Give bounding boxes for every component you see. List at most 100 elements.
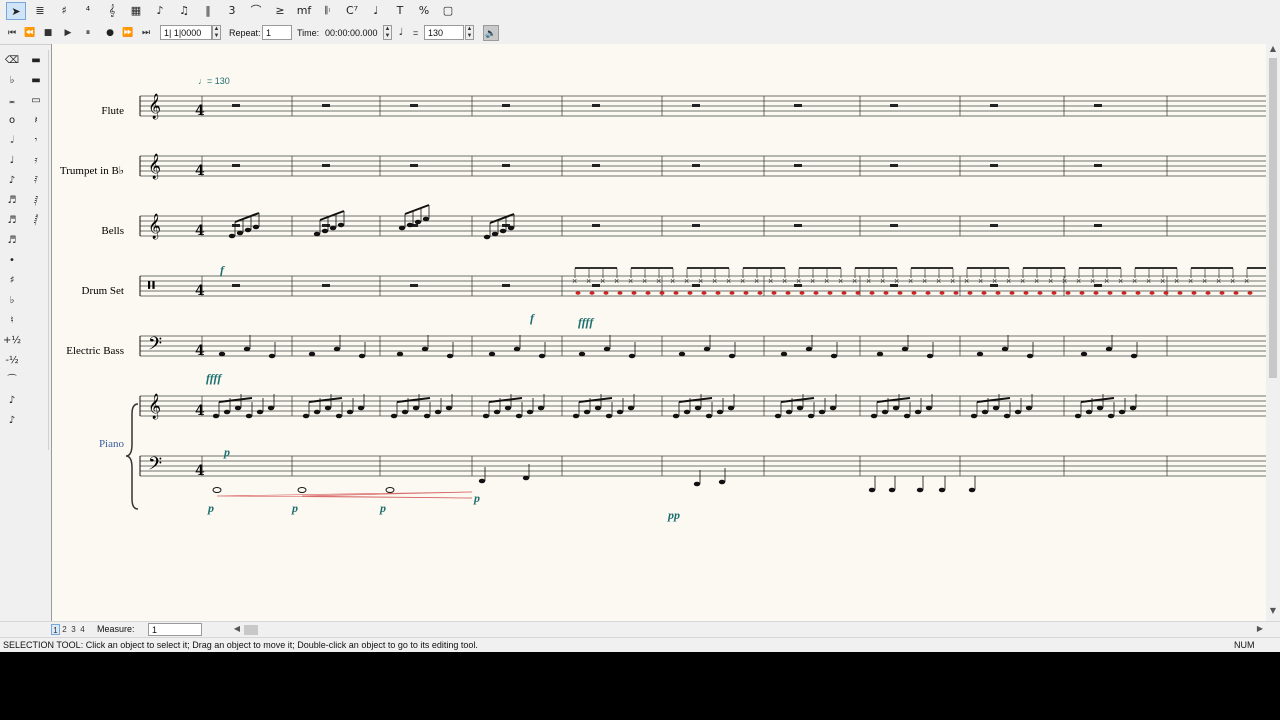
repeat-select[interactable]: 1	[262, 25, 292, 40]
note-head	[718, 479, 726, 485]
page-3-button[interactable]: 3	[69, 624, 78, 635]
scroll-left-icon[interactable]: ◀	[230, 624, 244, 633]
eraser-icon[interactable]: ⌫	[3, 52, 21, 70]
play-icon[interactable]: ▶	[60, 25, 76, 41]
note-head	[243, 346, 251, 352]
hihat-note: ×	[1062, 276, 1067, 286]
clef-tool-icon[interactable]: 𝄞	[102, 2, 122, 20]
vertical-scrollbar[interactable]: ▲ ▼	[1266, 44, 1280, 621]
tool-palettes: ⌫ ♭ 𝅜 o 𝅗𝅥 ♩ ♪ ♬ ♬ ♬ • ♯ ♭ ♮ +½ -½ ⁀ ♪ ♪ ▬ ▬ ▭ 𝄽 𝄾 𝄿 𝅀 𝅁 𝅂	[0, 50, 49, 450]
tuplet-tool-icon[interactable]: 3	[222, 2, 242, 20]
tempo-field[interactable]: 130	[424, 25, 464, 40]
score-document[interactable]: 𝄞 4 𝄞 4 𝄞 4 𝄥 4 𝄢 4 𝄞 4 𝄢 4 Flute Trumpet in B♭ Bells Dru…	[51, 44, 1267, 621]
double-flat-icon[interactable]: ♭	[3, 72, 21, 90]
double-rest-icon[interactable]: ▬	[27, 52, 45, 70]
sharp-icon[interactable]: ♯	[3, 272, 21, 290]
page-layout-tool-icon[interactable]: ▢	[438, 2, 458, 20]
hihat-note: ×	[656, 276, 661, 286]
plus-half-icon[interactable]: +½	[3, 332, 21, 350]
snare-note	[1079, 291, 1085, 295]
tie-icon[interactable]: ⁀	[3, 372, 21, 390]
page-4-button[interactable]: 4	[78, 624, 87, 635]
sixtyfourth-rest-icon[interactable]: 𝅁	[27, 192, 45, 210]
tempo-marking: ♩= 130	[198, 76, 230, 86]
note-head	[583, 409, 591, 415]
sixtyfourth-note-icon[interactable]: ♬	[3, 232, 21, 250]
resize-tool-icon[interactable]: %	[414, 2, 434, 20]
scroll-up-icon[interactable]: ▲	[1266, 44, 1280, 53]
horizontal-scroll-thumb[interactable]	[244, 625, 258, 635]
eighth-note-icon[interactable]: ♪	[3, 172, 21, 190]
note-head	[478, 478, 486, 484]
natural-icon[interactable]: ♮	[3, 312, 21, 330]
tempo-spinner[interactable]: ▲ ▼	[465, 25, 474, 40]
time-spinner[interactable]: ▲ ▼	[383, 25, 392, 40]
snare-note	[1107, 291, 1113, 295]
clef-symbol: 𝄞	[148, 153, 161, 179]
page-1-button[interactable]: 1	[51, 624, 60, 635]
hihat-note: ×	[572, 276, 577, 286]
time-signature-tool-icon[interactable]: ⁴	[78, 2, 98, 20]
measure-field[interactable]: 1	[148, 623, 202, 636]
snare-note	[1135, 291, 1141, 295]
measure-tool-icon[interactable]: ▦	[126, 2, 146, 20]
onetwentyeighth-rest-icon[interactable]: 𝅂	[27, 212, 45, 230]
flat-icon[interactable]: ♭	[3, 292, 21, 310]
half-rest-icon[interactable]: ▭	[27, 92, 45, 110]
note-head	[916, 487, 924, 493]
vertical-scroll-thumb[interactable]	[1269, 58, 1277, 378]
sixteenth-rest-icon[interactable]: 𝄿	[27, 152, 45, 170]
speaker-icon[interactable]: 🔈	[483, 25, 499, 41]
stop-icon[interactable]: ■	[40, 25, 56, 41]
page-2-button[interactable]: 2	[60, 624, 69, 635]
pause-icon[interactable]: ⏸	[80, 25, 96, 41]
counter-field[interactable]: 1| 1|0000	[160, 25, 212, 40]
text-tool-icon[interactable]: T	[390, 2, 410, 20]
half-note-icon[interactable]: 𝅗𝅥	[3, 132, 21, 150]
quarter-note-icon[interactable]: ♩	[3, 152, 21, 170]
selection-tool-icon[interactable]: ➤	[6, 2, 26, 20]
snare-note	[939, 291, 945, 295]
articulation-tool-icon[interactable]: ≥	[270, 2, 290, 20]
scroll-right-icon[interactable]: ▶	[1253, 624, 1267, 633]
snare-note	[687, 291, 693, 295]
sixteenth-note-icon[interactable]: ♬	[3, 192, 21, 210]
thirtysecond-rest-icon[interactable]: 𝅀	[27, 172, 45, 190]
rewind-to-start-icon[interactable]: ⏮	[4, 25, 20, 41]
whole-rest-icon[interactable]: ▬	[27, 72, 45, 90]
key-signature-tool-icon[interactable]: ♯	[54, 2, 74, 20]
hihat-note: ×	[670, 276, 675, 286]
chord-tool-icon[interactable]: C⁷	[342, 2, 362, 20]
repeat-tool-icon[interactable]: 𝄆	[318, 2, 338, 20]
tuplet-small-icon[interactable]: ♪	[3, 412, 21, 430]
note-head	[829, 405, 837, 411]
smart-shape-tool-icon[interactable]: ⌒	[246, 2, 266, 20]
hyperscribe-tool-icon[interactable]: ‖	[198, 2, 218, 20]
eighth-rest-icon[interactable]: 𝄾	[27, 132, 45, 150]
whole-rest	[502, 284, 510, 287]
double-whole-note-icon[interactable]: 𝅜	[3, 92, 21, 110]
whole-rest	[322, 224, 330, 227]
rewind-icon[interactable]: ⏪	[22, 25, 38, 41]
quarter-note-icon[interactable]: ♩	[393, 25, 409, 41]
simple-entry-tool-icon[interactable]: ♪	[150, 2, 170, 20]
lyrics-tool-icon[interactable]: ♩	[366, 2, 386, 20]
expression-tool-icon[interactable]: mf	[294, 2, 314, 20]
counter-spinner[interactable]: ▲ ▼	[212, 25, 221, 40]
forward-to-end-icon[interactable]: ⏭	[138, 25, 154, 41]
scroll-down-icon[interactable]: ▼	[1266, 606, 1280, 615]
note-head	[926, 353, 934, 359]
staff-tool-icon[interactable]: ≣	[30, 2, 50, 20]
record-icon[interactable]: ●	[102, 25, 118, 41]
whole-rest	[322, 284, 330, 287]
grace-icon[interactable]: ♪	[3, 392, 21, 410]
thirtysecond-note-icon[interactable]: ♬	[3, 212, 21, 230]
speedy-entry-tool-icon[interactable]: ♫	[174, 2, 194, 20]
dot-icon[interactable]: •	[3, 252, 21, 270]
minus-half-icon[interactable]: -½	[3, 352, 21, 370]
quarter-rest-icon[interactable]: 𝄽	[27, 112, 45, 130]
whole-rest	[592, 284, 600, 287]
whole-note-icon[interactable]: o	[3, 112, 21, 130]
hihat-note: ×	[1076, 276, 1081, 286]
fast-forward-icon[interactable]: ⏩	[120, 25, 136, 41]
